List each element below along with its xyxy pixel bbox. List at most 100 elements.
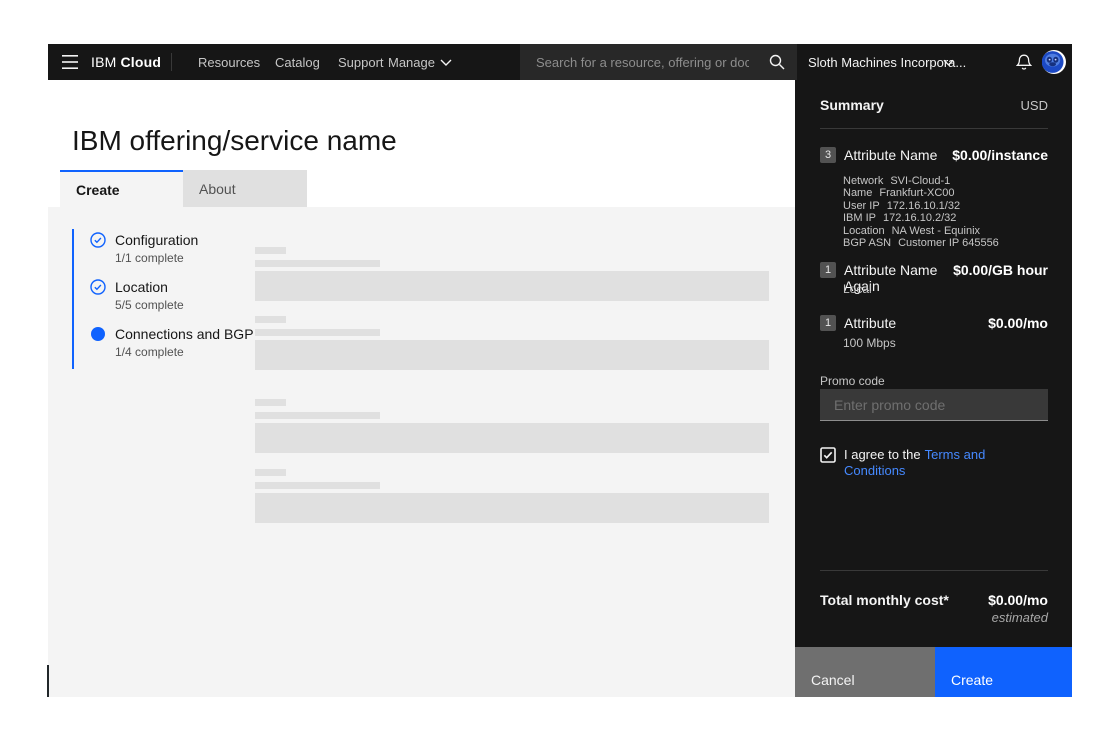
promo-code-input[interactable] (820, 389, 1048, 421)
search-button[interactable] (757, 44, 797, 80)
detail-value: 172.16.10.2/32 (883, 212, 956, 224)
summary-title: Summary (820, 97, 884, 113)
skeleton-label (255, 469, 286, 476)
currency-label: USD (1021, 98, 1048, 113)
promo-code-label: Promo code (820, 374, 1048, 388)
detail-label: Network (843, 175, 883, 187)
nav-item-support[interactable]: Support (338, 44, 384, 80)
form-skeleton-group (255, 399, 769, 406)
create-button[interactable]: Create (935, 647, 1072, 697)
bell-icon (1016, 54, 1032, 71)
form-skeleton-group (255, 469, 769, 476)
skeleton-label (255, 247, 286, 254)
user-avatar[interactable] (1042, 44, 1066, 80)
top-navbar: IBM Cloud Resources Catalog Support Mana… (48, 44, 1072, 80)
quantity-badge: 1 (820, 262, 836, 278)
nav-item-catalog[interactable]: Catalog (275, 44, 320, 80)
tab-bar: Create About (60, 170, 307, 207)
sidebar-footer: Cancel Create (795, 647, 1072, 697)
detail-label: Name (843, 187, 872, 199)
search-icon (769, 54, 785, 70)
detail-value: 172.16.10.1/32 (887, 200, 960, 212)
main-panel: IBM offering/service name Create About C… (48, 80, 795, 697)
step-label: Location (115, 279, 184, 295)
step-complete-icon (90, 232, 106, 248)
summary-item-price: $0.00/mo (988, 315, 1048, 331)
skeleton-helper (255, 329, 380, 336)
total-divider (820, 570, 1048, 571)
summary-item-price: $0.00/instance (952, 147, 1048, 163)
step-complete-icon (90, 279, 106, 295)
brand-suffix: Cloud (121, 54, 162, 70)
nav-item-resources[interactable]: Resources (198, 44, 260, 80)
summary-divider (820, 128, 1048, 129)
progress-stepper: Configuration 1/1 complete Location 5/5 … (72, 229, 254, 369)
summary-item-sublabel: 100 Mbps (843, 336, 1048, 350)
cancel-button[interactable]: Cancel (795, 647, 935, 697)
detail-value: SVI-Cloud-1 (890, 175, 950, 187)
skeleton-field (255, 271, 769, 301)
summary-item-price: $0.00/GB hour (953, 262, 1048, 278)
step-status: 5/5 complete (115, 298, 184, 312)
detail-value: Customer IP 645556 (898, 237, 999, 249)
summary-item-attribute: 1 Attribute $0.00/mo (820, 315, 1048, 331)
skeleton-helper (255, 482, 380, 489)
step-label: Connections and BGP (115, 326, 254, 342)
ibm-cloud-logo[interactable]: IBM Cloud (91, 44, 161, 80)
search-input[interactable] (520, 55, 757, 70)
hamburger-menu-button[interactable] (54, 44, 86, 80)
step-connections-and-bgp[interactable]: Connections and BGP 1/4 complete (90, 326, 254, 359)
account-chevron-down-icon[interactable] (943, 44, 954, 80)
skeleton-label (255, 316, 286, 323)
step-configuration[interactable]: Configuration 1/1 complete (90, 232, 254, 265)
summary-item-label: Attribute (844, 315, 896, 331)
detail-label: BGP ASN (843, 237, 891, 249)
total-value: $0.00/mo (988, 592, 1048, 608)
terms-text: I agree to theTerms and Conditions (844, 447, 1048, 479)
chevron-down-icon[interactable] (440, 44, 452, 80)
estimated-note: estimated (820, 610, 1048, 625)
step-current-icon (90, 326, 106, 342)
nav-item-manage[interactable]: Manage (388, 44, 435, 80)
skeleton-field (255, 493, 769, 523)
total-label: Total monthly cost* (820, 592, 949, 608)
quantity-badge: 3 (820, 147, 836, 163)
skeleton-field (255, 423, 769, 453)
detail-value: NA West - Equinix (892, 225, 980, 237)
skeleton-field (255, 340, 769, 370)
step-status: 1/1 complete (115, 251, 198, 265)
notifications-button[interactable] (1010, 44, 1038, 80)
step-status: 1/4 complete (115, 345, 254, 359)
summary-item-label: Attribute Name (844, 147, 937, 163)
terms-row: I agree to theTerms and Conditions (820, 447, 1048, 479)
skeleton-helper (255, 260, 380, 267)
form-skeleton-group (255, 247, 769, 254)
detail-label: IBM IP (843, 212, 876, 224)
create-form-area: Configuration 1/1 complete Location 5/5 … (48, 207, 795, 697)
navbar-divider (171, 53, 172, 71)
brand-prefix: IBM (91, 54, 117, 70)
skeleton-label (255, 399, 286, 406)
summary-item-attribute-name: 3 Attribute Name $0.00/instance (820, 147, 1048, 163)
form-skeleton-group (255, 316, 769, 323)
page-title: IBM offering/service name (72, 125, 397, 157)
detail-label: User IP (843, 200, 880, 212)
summary-item-sublabel: Local (843, 282, 1048, 296)
hamburger-icon (62, 55, 78, 69)
step-label: Configuration (115, 232, 198, 248)
app-window: IBM Cloud Resources Catalog Support Mana… (48, 44, 1072, 697)
skeleton-helper (255, 412, 380, 419)
sloth-avatar-icon (1042, 50, 1066, 74)
detail-label: Location (843, 225, 885, 237)
quantity-badge: 1 (820, 315, 836, 331)
detail-value: Frankfurt-XC00 (879, 187, 954, 199)
tab-about[interactable]: About (183, 170, 307, 207)
summary-item-details: Network SVI-Cloud-1 Name Frankfurt-XC00 Us… (843, 175, 1048, 249)
summary-sidebar: Summary USD 3 Attribute Name $0.00/insta… (795, 80, 1072, 697)
step-location[interactable]: Location 5/5 complete (90, 279, 254, 312)
terms-checkbox[interactable] (820, 447, 836, 463)
tab-create[interactable]: Create (60, 170, 183, 207)
header-search (520, 44, 797, 80)
left-edge-strip (47, 665, 49, 697)
total-row: Total monthly cost* $0.00/mo (820, 592, 1048, 608)
